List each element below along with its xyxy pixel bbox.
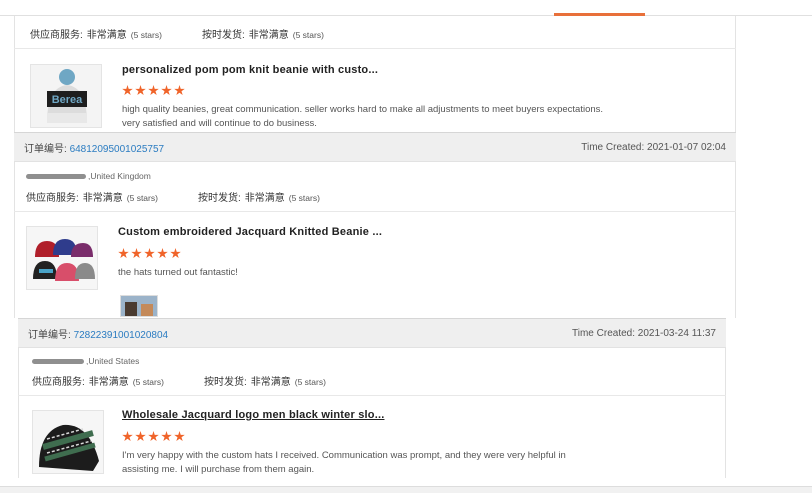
- top-navigation-bar: [0, 0, 812, 16]
- order-number-label: 订单编号:: [24, 143, 67, 155]
- time-created-value: 2021-03-24 11:37: [637, 327, 716, 339]
- review-comment: high quality beanies, great communicatio…: [122, 104, 604, 129]
- buyer-info: , United Kingdom: [26, 171, 151, 181]
- star-icon: [122, 85, 133, 96]
- divider: [14, 211, 736, 212]
- rating-stars: [122, 431, 185, 442]
- star-icon: [161, 431, 172, 442]
- redacted-buyer-name: [26, 173, 86, 179]
- product-title-link[interactable]: Custom embroidered Jacquard Knitted Bean…: [118, 226, 382, 238]
- supplier-service-value: 非常满意: [82, 193, 123, 204]
- time-created-value: 2021-01-07 02:04: [647, 141, 726, 153]
- review-comment: the hats turned out fantastic!: [118, 267, 238, 278]
- shipping-stars: (5 stars): [294, 377, 326, 387]
- star-icon: [157, 248, 168, 259]
- star-icon: [148, 431, 159, 442]
- divider: [18, 395, 726, 396]
- time-created-label: Time Created:: [581, 141, 645, 153]
- order-header: 订单编号: 64812095001025757 Time Created: 20…: [14, 132, 736, 162]
- review-comment: I'm very happy with the custom hats I re…: [122, 450, 566, 475]
- beanies-image: [27, 227, 97, 289]
- service-ratings: 供应商服务: 非常满意 (5 stars) 按时发货: 非常满意 (5 stars): [26, 189, 320, 204]
- supplier-service-label: 供应商服务:: [32, 377, 85, 388]
- order-number-link[interactable]: 72822391001020804: [74, 330, 169, 341]
- shipping-value: 非常满意: [250, 377, 291, 388]
- star-icon: [174, 85, 185, 96]
- service-ratings: 供应商服务: 非常满意 (5 stars) 按时发货: 非常满意 (5 stars): [32, 373, 326, 388]
- rating-stars: [118, 248, 181, 259]
- supplier-service-stars: (5 stars): [132, 377, 164, 387]
- product-title-link[interactable]: personalized pom pom knit beanie with cu…: [122, 64, 378, 76]
- buyer-country: United Kingdom: [90, 171, 151, 181]
- supplier-service-stars: (5 stars): [126, 193, 158, 203]
- product-title-link[interactable]: Wholesale Jacquard logo men black winter…: [122, 409, 384, 421]
- star-icon: [122, 431, 133, 442]
- review-photo-thumbnail[interactable]: [120, 295, 158, 317]
- buyer-info: , United States: [32, 356, 139, 366]
- redacted-buyer-name: [32, 358, 84, 364]
- order-number-label: 订单编号:: [28, 329, 71, 341]
- shipping-label: 按时发货:: [203, 377, 247, 388]
- shipping-label: 按时发货:: [197, 193, 241, 204]
- supplier-service-value: 非常满意: [88, 377, 129, 388]
- time-created-label: Time Created:: [572, 327, 635, 339]
- product-thumbnail[interactable]: [26, 226, 98, 290]
- review-photo: [121, 296, 157, 316]
- product-thumbnail[interactable]: [32, 410, 104, 474]
- star-icon: [170, 248, 181, 259]
- supplier-service-label: 供应商服务:: [26, 193, 79, 204]
- order-header: 订单编号: 72822391001020804 Time Created: 20…: [18, 318, 726, 348]
- black-beanie-image: [33, 411, 103, 473]
- shipping-stars: (5 stars): [288, 193, 320, 203]
- star-icon: [161, 85, 172, 96]
- star-icon: [135, 85, 146, 96]
- order-number-link[interactable]: 64812095001025757: [70, 144, 165, 155]
- star-icon: [148, 85, 159, 96]
- product-thumbnail[interactable]: Berea: [30, 64, 102, 128]
- beanie-logo-text: Berea: [52, 94, 83, 106]
- star-icon: [131, 248, 142, 259]
- shipping-value: 非常满意: [244, 193, 285, 204]
- rating-stars: [122, 85, 185, 96]
- buyer-country: United States: [88, 356, 140, 366]
- star-icon: [135, 431, 146, 442]
- star-icon: [118, 248, 129, 259]
- star-icon: [174, 431, 185, 442]
- beanie-image: Berea: [31, 65, 101, 127]
- divider: [14, 48, 736, 49]
- star-icon: [144, 248, 155, 259]
- horizontal-scrollbar[interactable]: [0, 486, 812, 493]
